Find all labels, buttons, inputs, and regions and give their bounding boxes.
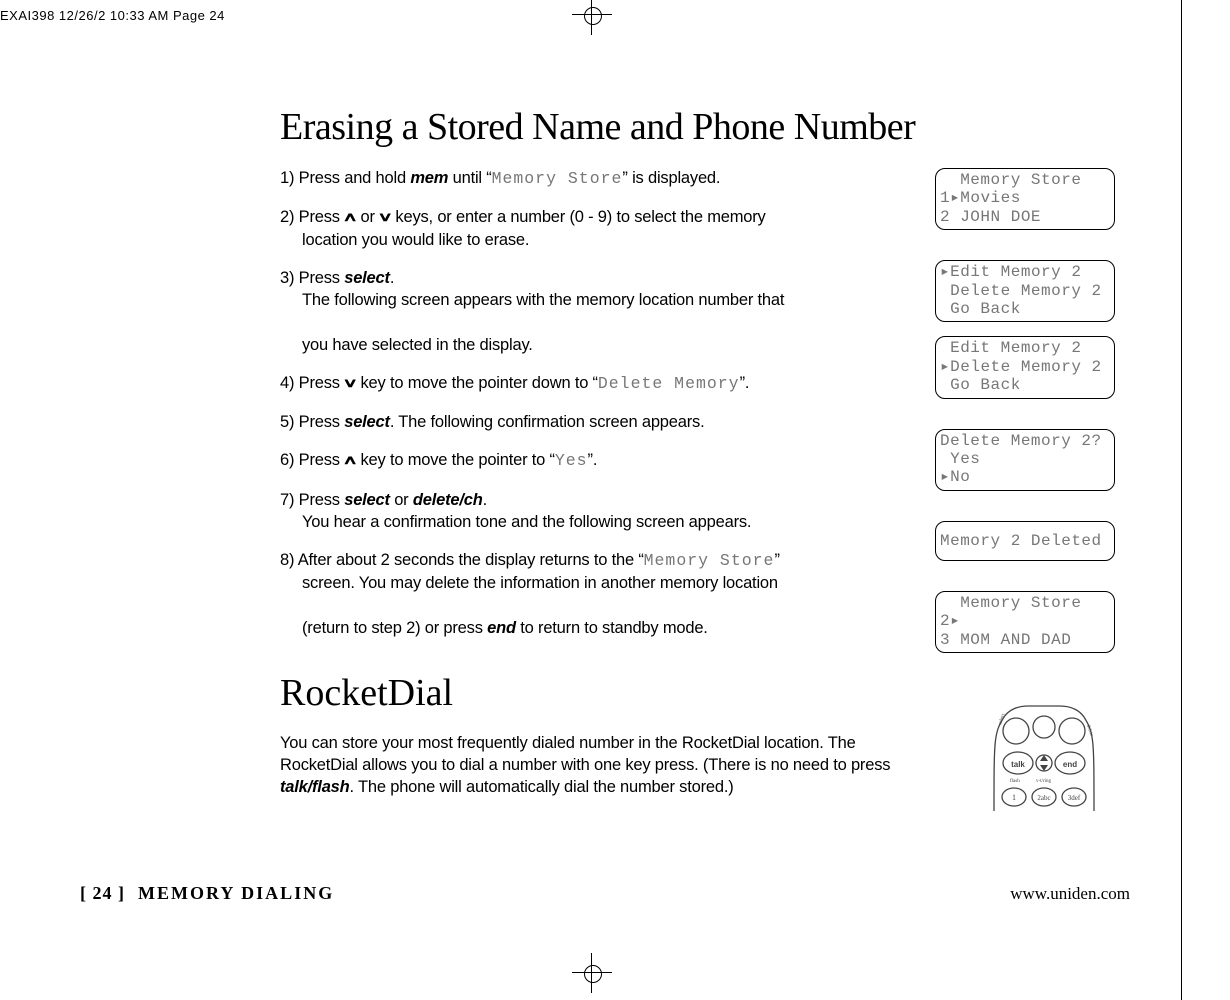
- up-arrow-icon: ∧: [342, 209, 357, 226]
- footer-url: www.uniden.com: [1010, 884, 1130, 904]
- up-arrow-icon: ∧: [342, 452, 357, 469]
- page-footer: [ 24 ] MEMORY DIALING www.uniden.com: [80, 883, 1130, 904]
- footer-section: MEMORY DIALING: [138, 883, 334, 903]
- down-arrow-icon: ∨: [377, 209, 392, 226]
- step-5: 5) Press select. The following confirmat…: [280, 411, 890, 433]
- section-heading-erase: Erasing a Stored Name and Phone Number: [280, 105, 1110, 149]
- svg-text:v-t/ring: v-t/ring: [1036, 779, 1051, 784]
- page-number: [ 24 ]: [80, 883, 125, 903]
- registration-mark-top-icon: [572, 0, 612, 35]
- registration-mark-bottom-icon: [572, 953, 612, 993]
- svg-text:delete: delete: [1085, 724, 1094, 738]
- lcd-deleted: Memory 2 Deleted: [935, 521, 1115, 561]
- svg-text:end: end: [1063, 760, 1077, 769]
- step-4: 4) Press ∨ key to move the pointer down …: [280, 372, 890, 395]
- lcd-delete-memory-selected: Edit Memory 2 ▸Delete Memory 2 Go Back: [935, 336, 1115, 398]
- footer-left: [ 24 ] MEMORY DIALING: [80, 883, 334, 904]
- print-header: EXAI398 12/26/2 10:33 AM Page 24: [0, 8, 225, 23]
- phone-keypad-icon: talk end select delete flash v-t/ring 1 …: [988, 703, 1100, 813]
- svg-text:2abc: 2abc: [1037, 794, 1050, 802]
- step-1: 1) Press and hold mem until “Memory Stor…: [280, 167, 890, 190]
- step-6: 6) Press ∧ key to move the pointer to “Y…: [280, 449, 890, 472]
- svg-text:3def: 3def: [1068, 794, 1081, 802]
- step-7: 7) Press select or delete/ch. You hear a…: [280, 489, 890, 534]
- rocketdial-intro: You can store your most frequently diale…: [280, 732, 900, 799]
- lcd-column: Memory Store 1▸Movies 2 JOHN DOE ▸Edit M…: [935, 168, 1115, 683]
- lcd-memory-store-2: Memory Store 2▸ 3 MOM AND DAD: [935, 591, 1115, 653]
- steps-list: 1) Press and hold mem until “Memory Stor…: [280, 167, 890, 639]
- step-2: 2) Press ∧ or ∨ keys, or enter a number …: [280, 206, 890, 251]
- lcd-delete-confirm: Delete Memory 2? Yes ▸No: [935, 429, 1115, 491]
- svg-text:flash: flash: [1010, 779, 1020, 784]
- lcd-edit-memory: ▸Edit Memory 2 Delete Memory 2 Go Back: [935, 260, 1115, 322]
- step-3: 3) Press select. The following screen ap…: [280, 267, 890, 356]
- down-arrow-icon: ∨: [342, 375, 357, 392]
- trim-rule: [1181, 0, 1182, 1000]
- lcd-memory-store-1: Memory Store 1▸Movies 2 JOHN DOE: [935, 168, 1115, 230]
- svg-text:talk: talk: [1011, 760, 1025, 769]
- step-8: 8) After about 2 seconds the display ret…: [280, 549, 890, 639]
- svg-text:1: 1: [1012, 793, 1016, 802]
